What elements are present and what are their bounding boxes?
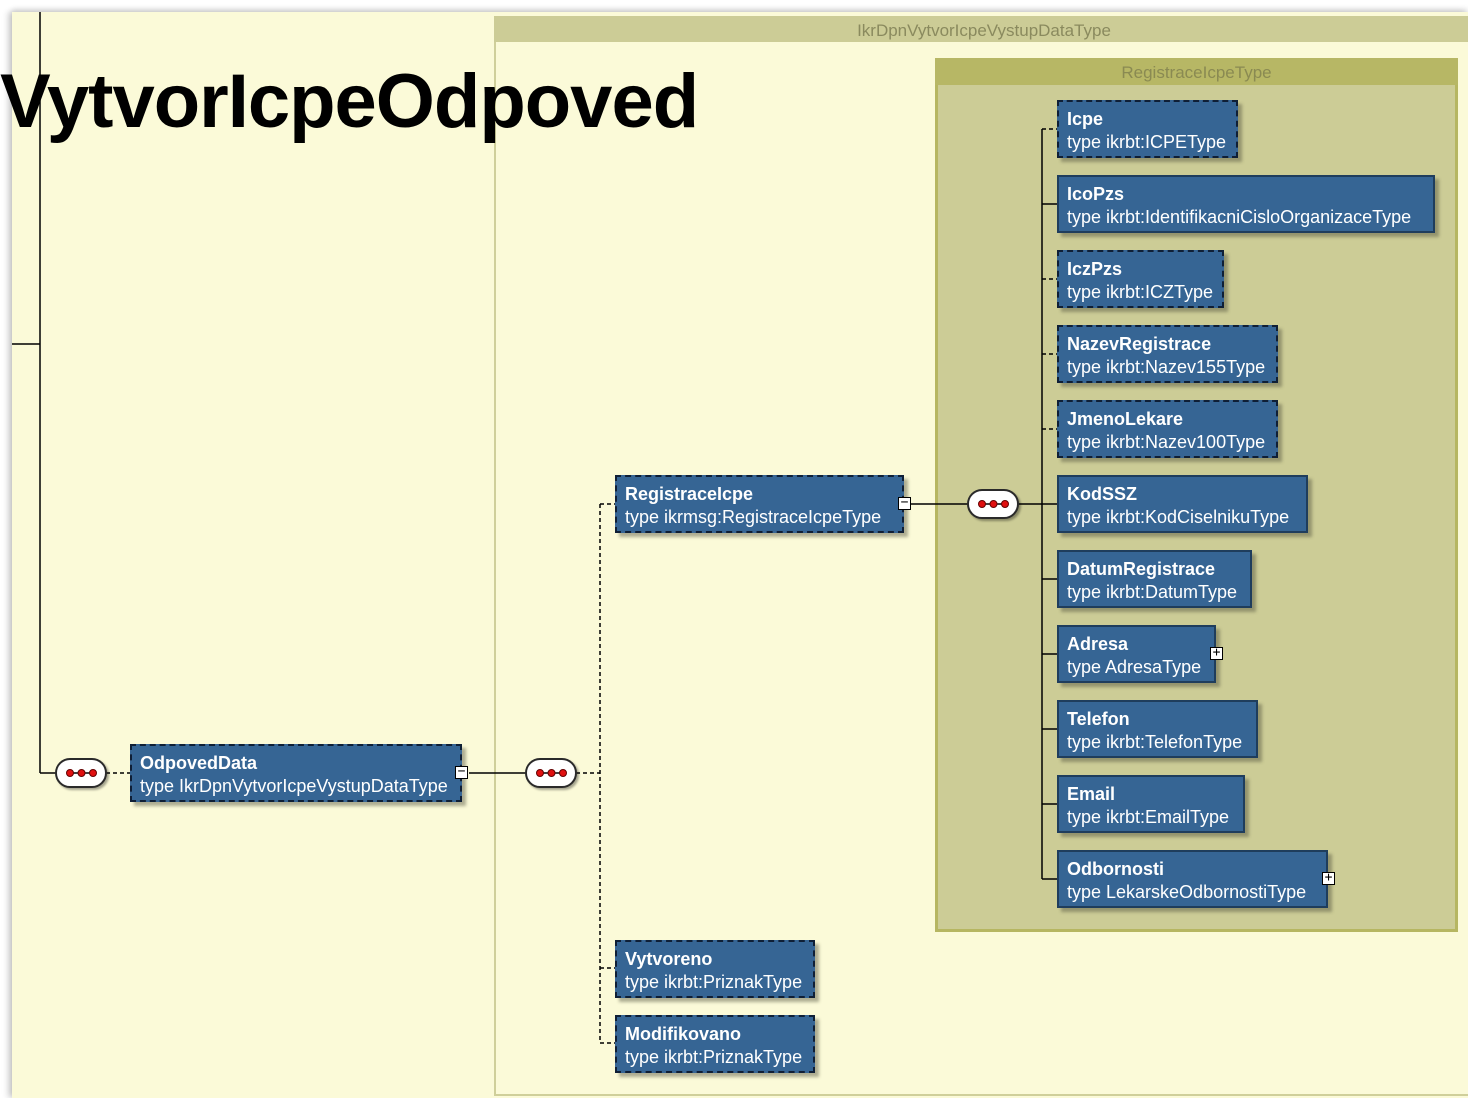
element-name: JmenoLekare — [1067, 409, 1184, 429]
page-title: VytvorIcpeOdpoved — [0, 59, 699, 144]
sequence-compositor-icon[interactable] — [967, 489, 1019, 519]
element-type: type ikrbt:IdentifikacniCisloOrganizaceT… — [1067, 207, 1412, 227]
element-jmeno-lekare[interactable]: JmenoLekare type ikrbt:Nazev100Type — [1057, 400, 1278, 458]
expand-toggle-icon[interactable]: + — [1210, 646, 1223, 660]
element-name: KodSSZ — [1067, 484, 1137, 504]
element-name: Email — [1067, 784, 1116, 804]
element-type: type ikrbt:PriznakType — [625, 972, 803, 992]
element-type: type ikrbt:PriznakType — [625, 1047, 803, 1067]
connector-lines — [12, 12, 1058, 1044]
element-nazev-registrace[interactable]: NazevRegistrace type ikrbt:Nazev155Type — [1057, 325, 1278, 383]
expand-toggle-icon[interactable]: + — [1322, 871, 1335, 885]
element-icpe[interactable]: Icpe type ikrbt:ICPEType — [1057, 100, 1238, 158]
element-odbornosti[interactable]: Odbornosti type LekarskeOdbornostiType — [1057, 850, 1328, 908]
element-name: NazevRegistrace — [1067, 334, 1212, 354]
element-datum-registrace[interactable]: DatumRegistrace type ikrbt:DatumType — [1057, 550, 1252, 608]
element-type: type ikrbt:EmailType — [1067, 807, 1230, 827]
element-name: RegistraceIcpe — [625, 484, 754, 504]
element-kod-ssz[interactable]: KodSSZ type ikrbt:KodCiselnikuType — [1057, 475, 1308, 533]
element-type: type ikrmsg:RegistraceIcpeType — [625, 507, 882, 527]
element-icz-pzs[interactable]: IczPzs type ikrbt:ICZType — [1057, 250, 1224, 308]
element-odpoved-data[interactable]: OdpovedData type IkrDpnVytvorIcpeVystupD… — [130, 744, 462, 802]
element-name: Telefon — [1067, 709, 1130, 729]
element-name: DatumRegistrace — [1067, 559, 1216, 579]
element-type: type ikrbt:DatumType — [1067, 582, 1238, 602]
element-ico-pzs[interactable]: IcoPzs type ikrbt:IdentifikacniCisloOrga… — [1057, 175, 1435, 233]
element-name: Icpe — [1067, 109, 1104, 129]
element-type: type ikrbt:ICPEType — [1067, 132, 1227, 152]
element-type: type ikrbt:KodCiselnikuType — [1067, 507, 1290, 527]
element-type: type IkrDpnVytvorIcpeVystupDataType — [140, 776, 448, 796]
element-vytvoreno[interactable]: Vytvoreno type ikrbt:PriznakType — [615, 940, 815, 998]
collapse-toggle-icon[interactable]: − — [898, 496, 911, 510]
element-name: Vytvoreno — [625, 949, 713, 969]
element-adresa[interactable]: Adresa type AdresaType — [1057, 625, 1216, 683]
sequence-compositor-icon[interactable] — [55, 758, 107, 788]
element-telefon[interactable]: Telefon type ikrbt:TelefonType — [1057, 700, 1258, 758]
element-type: type ikrbt:TelefonType — [1067, 732, 1243, 752]
element-type: type LekarskeOdbornostiType — [1067, 882, 1307, 902]
element-name: IcoPzs — [1067, 184, 1125, 204]
element-name: IczPzs — [1067, 259, 1123, 279]
element-name: Adresa — [1067, 634, 1129, 654]
element-name: Modifikovano — [625, 1024, 741, 1044]
element-registrace-icpe[interactable]: RegistraceIcpe type ikrmsg:RegistraceIcp… — [615, 475, 904, 533]
element-type: type ikrbt:ICZType — [1067, 282, 1214, 302]
element-modifikovano[interactable]: Modifikovano type ikrbt:PriznakType — [615, 1015, 815, 1073]
element-type: type AdresaType — [1067, 657, 1202, 677]
element-name: Odbornosti — [1067, 859, 1164, 879]
element-type: type ikrbt:Nazev100Type — [1067, 432, 1266, 452]
collapse-toggle-icon[interactable]: − — [455, 765, 468, 779]
element-type: type ikrbt:Nazev155Type — [1067, 357, 1266, 377]
element-name: OdpovedData — [140, 753, 258, 773]
sequence-compositor-icon[interactable] — [525, 758, 577, 788]
element-email[interactable]: Email type ikrbt:EmailType — [1057, 775, 1245, 833]
